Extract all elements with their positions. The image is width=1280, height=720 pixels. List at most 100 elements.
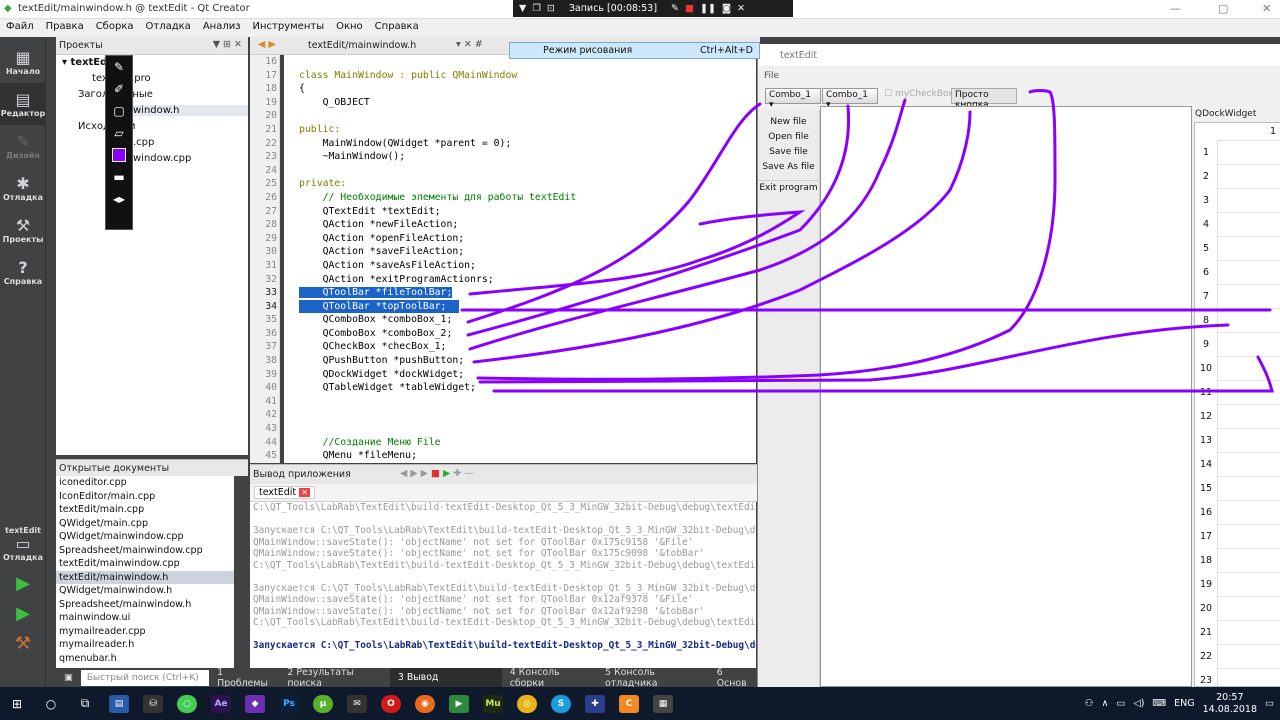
tab-app-output[interactable]: 3 Вывод приложения (389, 668, 502, 702)
line-width-icon[interactable]: ▬ (106, 166, 132, 188)
tab-problems[interactable]: 1 Проблемы (209, 667, 279, 689)
people-icon[interactable]: ⚇ (1085, 698, 1094, 709)
action-new-file[interactable]: New file (758, 115, 819, 130)
row-header[interactable]: 10 (1195, 357, 1217, 381)
color-swatch[interactable] (106, 144, 132, 166)
restore-icon[interactable]: ❐ (532, 3, 541, 14)
eraser-icon[interactable]: ▱ (106, 122, 132, 144)
menu-edit[interactable]: Правка (40, 19, 90, 37)
camtasia-icon[interactable]: ▶ (442, 687, 476, 720)
mode-projects[interactable]: ⚒ Проекты (0, 209, 46, 251)
menu-debug[interactable]: Отладка (140, 19, 197, 37)
tab-general[interactable]: 6 Основ (709, 667, 760, 689)
action-open-file[interactable]: Open file (758, 130, 819, 145)
action-save-file[interactable]: Save file (758, 145, 819, 160)
search-icon[interactable]: ○ (34, 687, 68, 720)
row-header[interactable]: 1 (1195, 141, 1217, 165)
build-hammer-icon[interactable]: ⚒ (0, 628, 46, 658)
uk-flag-icon[interactable]: ✚ (578, 687, 612, 720)
start-button[interactable]: ⊞ (0, 687, 34, 720)
row-header[interactable]: 18 (1195, 549, 1217, 573)
tab-debugger-console[interactable]: 5 Консоль отладчика (597, 667, 709, 689)
output-tab-textedit[interactable]: textEdit ✕ (254, 486, 315, 499)
open-document-item[interactable]: textEdit/main.cpp (56, 503, 234, 517)
table-grid[interactable] (1217, 141, 1280, 686)
dropdown-icon[interactable]: ▼ (519, 3, 526, 14)
row-header[interactable]: 5 (1195, 237, 1217, 261)
firefox-icon[interactable]: ◉ (408, 687, 442, 720)
output-controls[interactable]: ◀ ▶ ▶ ■ ▶ ✚ — (400, 468, 474, 479)
after-effects-icon[interactable]: Ae (204, 687, 238, 720)
row-header[interactable]: 17 (1195, 525, 1217, 549)
mail-icon[interactable]: ✉ (340, 687, 374, 720)
save-app-icon[interactable]: ▤ (102, 687, 136, 720)
pencil-icon[interactable]: ✎ (671, 3, 679, 14)
text-edit-area[interactable] (820, 106, 1192, 687)
open-document-item[interactable]: mymailreader.cpp (56, 625, 234, 639)
marker-icon[interactable]: ✎ (106, 56, 132, 78)
code-editor[interactable]: class MainWindow : public QMainWindow { Q… (284, 55, 756, 463)
back-icon[interactable]: ◀ ▶ (258, 39, 276, 50)
menu-analyze[interactable]: Анализ (197, 19, 247, 37)
mode-welcome[interactable]: ▦ Начало (0, 41, 46, 83)
action-exit-program[interactable]: Exit program (758, 180, 819, 195)
torrent-icon[interactable]: µ (306, 687, 340, 720)
camera-icon[interactable]: ⊡ (547, 3, 555, 14)
menu-tools[interactable]: Инструменты (247, 19, 331, 37)
editor-file-tab[interactable]: textEdit/mainwindow.h (308, 40, 458, 51)
simple-push-button[interactable]: Просто кнопка (951, 88, 1017, 110)
qtcreator-icon[interactable]: ○ (170, 687, 204, 720)
row-header[interactable]: 22 (1195, 645, 1217, 669)
menu-help[interactable]: Справка (369, 19, 425, 37)
mode-help[interactable]: ? Справка (0, 251, 46, 293)
skype-icon[interactable]: S (544, 687, 578, 720)
row-header[interactable]: 4 (1195, 213, 1217, 237)
rectangle-icon[interactable]: ▢ (106, 100, 132, 122)
open-document-item[interactable]: textEdit/mainwindow.cpp (56, 557, 234, 571)
close-button[interactable]: ✕ (1262, 2, 1271, 15)
row-header[interactable]: 8 (1195, 309, 1217, 333)
action-save-as-file[interactable]: Save As file (758, 160, 819, 175)
row-header[interactable]: 11 (1195, 381, 1217, 405)
mode-design[interactable]: ✎ Дизайн (0, 125, 46, 167)
combo-box-2[interactable]: Combo_1 ▾ (822, 88, 878, 110)
stop-icon[interactable]: ■ (685, 3, 694, 14)
my-checkbox[interactable]: ☐ myCheckBox (884, 89, 953, 99)
row-header[interactable]: 14 (1195, 453, 1217, 477)
row-header[interactable]: 15 (1195, 477, 1217, 501)
locator-input[interactable]: Быстрый поиск (Ctrl+K) (80, 669, 210, 686)
open-document-item[interactable]: Spreadsheet/mainwindow.cpp (56, 544, 234, 558)
open-document-item[interactable]: Spreadsheet/mainwindow.h (56, 598, 234, 612)
photoshop-icon[interactable]: Ps (272, 687, 306, 720)
open-document-item[interactable]: QWidget/mainwindow.cpp (56, 530, 234, 544)
clock[interactable]: 20:57 14.08.2018 (1203, 692, 1257, 716)
close-doc-icon[interactable]: ▾ ✕ # (456, 39, 483, 50)
row-header[interactable]: 20 (1195, 597, 1217, 621)
row-header[interactable]: 16 (1195, 501, 1217, 525)
row-header[interactable]: 19 (1195, 573, 1217, 597)
task-view-icon[interactable]: ⧉ (68, 687, 102, 720)
menu-build[interactable]: Сборка (90, 19, 140, 37)
row-header[interactable]: 2 (1195, 165, 1217, 189)
row-header[interactable]: 13 (1195, 429, 1217, 453)
target-selector[interactable]: textEdit ▭ Отладка (0, 520, 46, 568)
open-document-item[interactable]: textEdit/mainwindow.h (56, 570, 234, 584)
app-dark-icon[interactable]: ▦ (646, 687, 680, 720)
debug-run-button[interactable]: ▶ (0, 598, 46, 628)
network-icon[interactable]: ▭ (1116, 698, 1125, 709)
filter-icon[interactable]: ▼ ⊞ ✕ (213, 39, 242, 50)
tab-compile-output[interactable]: 4 Консоль сборки (502, 667, 597, 689)
minimize-button[interactable]: — (1170, 2, 1181, 15)
menu-window[interactable]: Окно (330, 19, 369, 37)
open-document-item[interactable]: iconeditor.cpp (56, 476, 234, 490)
language-indicator[interactable]: ENG (1174, 698, 1194, 709)
open-document-item[interactable]: qmenubar.h (56, 652, 234, 666)
maximize-button[interactable]: ▢ (1218, 2, 1228, 15)
close-icon[interactable]: ✕ (737, 3, 745, 14)
mode-debug[interactable]: ✱ Отладка (0, 167, 46, 209)
row-header[interactable]: 7 (1195, 285, 1217, 309)
open-document-item[interactable]: mymailreader.h (56, 638, 234, 652)
row-header[interactable]: 21 (1195, 621, 1217, 645)
menu-file[interactable]: Файл (0, 19, 40, 37)
chevron-up-icon[interactable]: ∧ (1101, 698, 1108, 709)
